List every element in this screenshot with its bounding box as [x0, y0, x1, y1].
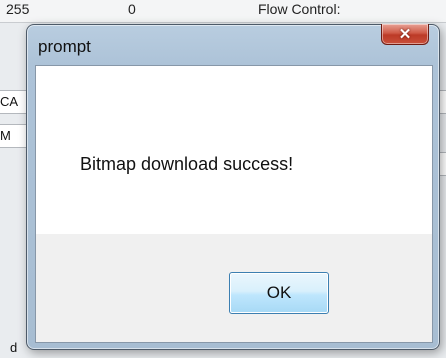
background-toolbar-row: 255 0 Flow Control:	[0, 0, 446, 23]
message-area: Bitmap download success!	[36, 66, 432, 234]
close-icon: ✕	[398, 25, 412, 43]
background-value: 255	[6, 1, 30, 17]
background-flow-control-label: Flow Control:	[258, 1, 341, 17]
dialog-title: prompt	[38, 37, 91, 56]
background-value: 0	[128, 1, 136, 17]
dialog-body: Bitmap download success! OK	[35, 65, 433, 343]
background-label: d	[10, 340, 18, 355]
prompt-dialog: prompt ✕ Bitmap download success! OK	[26, 24, 440, 350]
background-field[interactable]: M	[0, 124, 27, 148]
ok-button[interactable]: OK	[229, 272, 329, 314]
close-button[interactable]: ✕	[381, 24, 429, 45]
dialog-message: Bitmap download success!	[80, 154, 294, 174]
background-field[interactable]: CA	[0, 90, 27, 114]
